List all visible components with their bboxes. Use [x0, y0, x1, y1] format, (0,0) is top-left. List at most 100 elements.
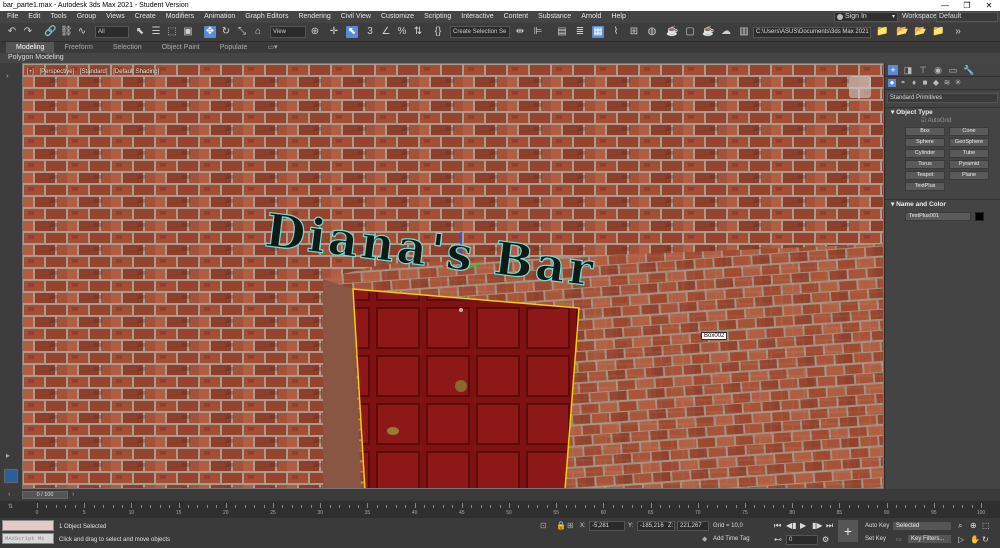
- spinner-snap-icon[interactable]: ⇅: [412, 26, 424, 38]
- curve-editor-icon[interactable]: ⌇: [610, 26, 622, 38]
- rectangular-selection-icon[interactable]: ⬚: [166, 26, 178, 38]
- box-button[interactable]: Box: [905, 127, 945, 136]
- set-key-button[interactable]: Set Key: [865, 536, 886, 542]
- a360-gallery-icon[interactable]: ▥: [738, 26, 750, 38]
- next-frame-arrow-icon[interactable]: ›: [72, 489, 74, 501]
- z-coordinate-field[interactable]: 221,267: [677, 521, 709, 531]
- track-bar[interactable]: ⇅ 0 5 10 15 20 25 30 35 40 45 50 55 60 65 70 75 80 85 90 95…: [0, 501, 1000, 518]
- pyramid-button[interactable]: Pyramid: [949, 160, 989, 169]
- maxscript-listener-output[interactable]: [2, 520, 54, 531]
- helpers-icon[interactable]: ◆: [932, 79, 940, 87]
- edit-named-selection-icon[interactable]: {}: [432, 26, 444, 38]
- key-filter-icon[interactable]: ▭: [896, 536, 902, 543]
- cameras-icon[interactable]: ■: [921, 79, 929, 87]
- menu-arnold[interactable]: Arnold: [576, 11, 606, 23]
- toggle-scene-explorer-icon[interactable]: ▤: [556, 26, 568, 38]
- autogrid-checkbox[interactable]: ☑ AutoGrid: [885, 117, 1000, 126]
- menu-group[interactable]: Group: [72, 11, 101, 23]
- x-coordinate-field[interactable]: -5,281: [589, 521, 625, 531]
- select-manipulate-icon[interactable]: ✛: [328, 26, 340, 38]
- folder-recent-icon[interactable]: 📂: [914, 26, 926, 38]
- tab-modeling[interactable]: Modeling: [6, 42, 55, 53]
- percent-snap-icon[interactable]: %: [396, 26, 408, 38]
- primitive-category-dropdown[interactable]: Standard Primitives: [887, 93, 998, 103]
- render-production-icon[interactable]: ☕: [702, 26, 714, 38]
- angle-snap-icon[interactable]: ∠: [380, 26, 392, 38]
- menu-interactive[interactable]: Interactive: [456, 11, 498, 23]
- perspective-viewport[interactable]: Diana's Bar [+] [Perspective] [Standard]…: [22, 63, 884, 489]
- selection-filter-dropdown[interactable]: All: [95, 26, 129, 38]
- field-of-view-icon[interactable]: ▷: [958, 535, 964, 544]
- select-and-move-icon[interactable]: ✥: [204, 26, 216, 38]
- viewport-point-of-view[interactable]: [Perspective]: [40, 69, 75, 75]
- modify-tab-icon[interactable]: ◨: [903, 65, 913, 75]
- set-project-folder-icon[interactable]: 📁: [876, 26, 888, 38]
- previous-frame-arrow-icon[interactable]: ‹: [8, 489, 10, 501]
- key-mode-icon[interactable]: ⊷: [774, 535, 782, 544]
- menu-animation[interactable]: Animation: [199, 11, 240, 23]
- cone-button[interactable]: Cone: [949, 127, 989, 136]
- plane-button[interactable]: Plane: [949, 171, 989, 180]
- rendered-frame-window-icon[interactable]: ▢: [684, 26, 696, 38]
- folder-scenes-icon[interactable]: 📁: [932, 26, 944, 38]
- utilities-tab-icon[interactable]: 🔧: [963, 65, 974, 75]
- maximize-button[interactable]: ❐: [956, 0, 978, 11]
- link-icon[interactable]: 🔗: [44, 26, 56, 38]
- current-frame-field[interactable]: 0: [786, 535, 818, 545]
- systems-icon[interactable]: ✳: [954, 79, 962, 87]
- expand-arrow-icon[interactable]: ›: [6, 71, 9, 80]
- next-frame-icon[interactable]: ▮▶: [812, 521, 823, 530]
- pivot-center-icon[interactable]: ⊕: [309, 26, 321, 38]
- select-and-rotate-icon[interactable]: ↻: [220, 26, 232, 38]
- pan-view-icon[interactable]: ✋: [970, 535, 980, 544]
- menu-scripting[interactable]: Scripting: [419, 11, 456, 23]
- snaps-toggle-icon[interactable]: 3: [364, 26, 376, 38]
- tube-button[interactable]: Tube: [949, 149, 989, 158]
- teapot-button[interactable]: Teapot: [905, 171, 945, 180]
- viewport-menu-plus[interactable]: [+]: [27, 69, 34, 75]
- display-tab-icon[interactable]: ▭: [948, 65, 958, 75]
- mirror-icon[interactable]: ⇹: [514, 26, 526, 38]
- collapse-arrow-icon[interactable]: ▸: [6, 451, 10, 460]
- name-and-color-header[interactable]: ▾ Name and Color: [885, 199, 1000, 209]
- menu-file[interactable]: File: [0, 11, 23, 23]
- menu-modifiers[interactable]: Modifiers: [161, 11, 199, 23]
- menu-civil-view[interactable]: Civil View: [336, 11, 376, 23]
- keyboard-shortcut-override-icon[interactable]: ⬉: [346, 26, 358, 38]
- viewport-layout-icon[interactable]: [4, 469, 18, 483]
- viewport-shading[interactable]: [Default Shading]: [113, 69, 159, 75]
- go-to-end-icon[interactable]: ⏭: [826, 521, 833, 530]
- tab-selection[interactable]: Selection: [103, 42, 152, 53]
- select-and-scale-icon[interactable]: ⤡: [236, 26, 248, 38]
- viewport-standard[interactable]: [Standard]: [80, 69, 108, 75]
- play-icon[interactable]: ▶: [800, 521, 806, 530]
- key-filters-button[interactable]: Key Filters...: [907, 534, 952, 544]
- tab-object-paint[interactable]: Object Paint: [152, 42, 210, 53]
- time-configuration-icon[interactable]: ⚙: [822, 535, 829, 544]
- layer-explorer-icon[interactable]: ≣: [574, 26, 586, 38]
- viewcube[interactable]: [849, 76, 871, 98]
- zoom-icon[interactable]: ⌕: [958, 521, 962, 531]
- workspaces-dropdown[interactable]: Default: [936, 12, 998, 22]
- unlink-icon[interactable]: ⛓: [60, 26, 73, 38]
- menu-rendering[interactable]: Rendering: [293, 11, 335, 23]
- folder-open-icon[interactable]: 📂: [896, 26, 908, 38]
- space-warps-icon[interactable]: ≋: [943, 79, 951, 87]
- shapes-icon[interactable]: ◓: [899, 79, 907, 87]
- align-icon[interactable]: ⊫: [532, 26, 544, 38]
- isolate-selection-icon[interactable]: ⊡: [540, 521, 547, 530]
- close-button[interactable]: ✕: [978, 0, 1000, 11]
- reference-coordinate-dropdown[interactable]: View: [270, 26, 306, 38]
- go-to-start-icon[interactable]: ⏮: [774, 521, 781, 530]
- menu-substance[interactable]: Substance: [533, 11, 576, 23]
- menu-create[interactable]: Create: [130, 11, 161, 23]
- time-slider-thumb[interactable]: 0 / 100: [22, 491, 68, 499]
- geosphere-button[interactable]: GeoSphere: [949, 138, 989, 147]
- minimize-button[interactable]: —: [934, 0, 956, 11]
- sign-in-dropdown[interactable]: Sign In ▾: [834, 12, 898, 22]
- schematic-view-icon[interactable]: ⊞: [628, 26, 640, 38]
- time-slider[interactable]: ‹ 0 / 100 ›: [0, 489, 1000, 501]
- select-object-icon[interactable]: ⬉: [134, 26, 146, 38]
- hierarchy-tab-icon[interactable]: ⊤: [918, 65, 928, 75]
- toolbar-overflow-icon[interactable]: »: [952, 26, 964, 38]
